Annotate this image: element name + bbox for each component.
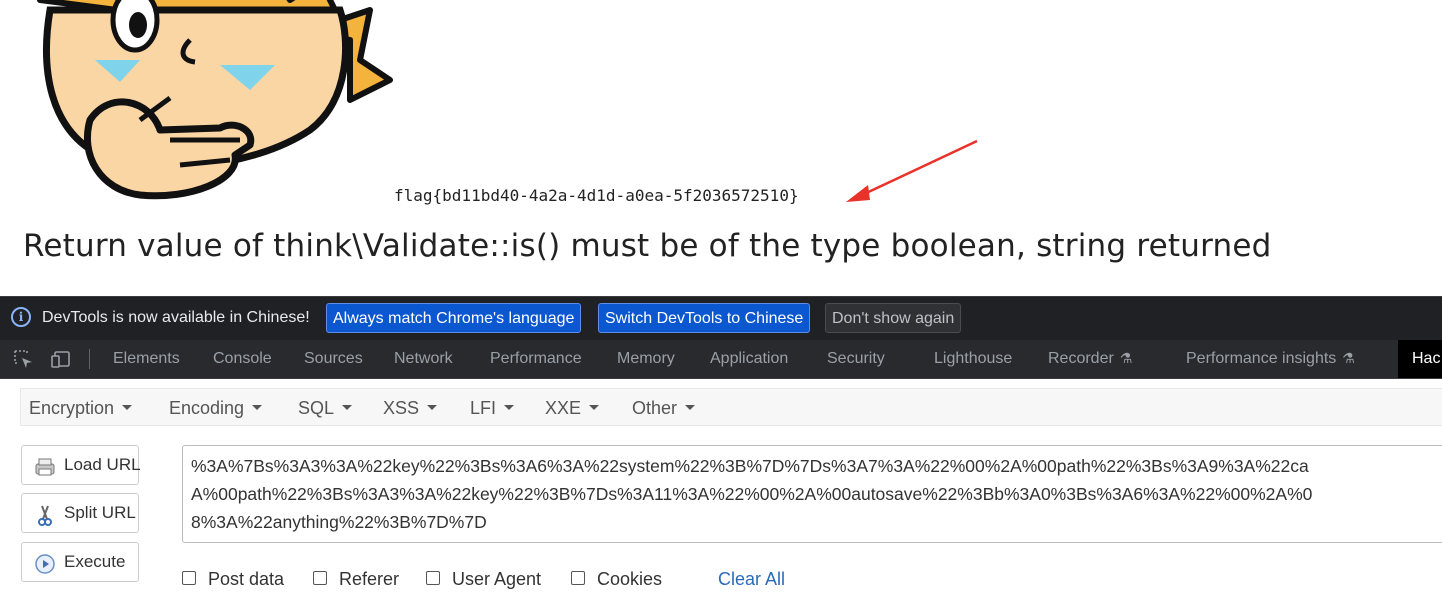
referer-checkbox[interactable]: Referer [313, 569, 399, 590]
menu-encoding[interactable]: Encoding [169, 398, 263, 419]
tab-security[interactable]: Security [827, 350, 885, 368]
menu-xss[interactable]: XSS [383, 398, 438, 419]
tab-recorder[interactable]: Recorder ⚗ [1048, 350, 1132, 368]
user-agent-checkbox[interactable]: User Agent [426, 569, 541, 590]
menu-label: Encoding [169, 398, 245, 418]
caret-down-icon [342, 404, 353, 410]
hackbar-panel: Encryption Encoding SQL XSS LFI XXE Othe… [0, 379, 1442, 609]
menu-lfi[interactable]: LFI [470, 398, 515, 419]
devtools-language-infobar: i DevTools is now available in Chinese! … [0, 296, 1442, 341]
menu-label: SQL [298, 398, 335, 418]
toolbar-separator [89, 349, 90, 369]
menu-label: XXE [545, 398, 582, 418]
url-textarea[interactable]: %3A%7Bs%3A3%3A%22key%22%3Bs%3A6%3A%22sys… [182, 445, 1442, 543]
tab-console[interactable]: Console [213, 350, 272, 368]
checkbox-box[interactable] [571, 571, 585, 586]
load-url-label: Load URL [64, 455, 141, 474]
tab-network[interactable]: Network [394, 350, 453, 368]
caret-down-icon [685, 404, 696, 410]
menu-sql[interactable]: SQL [298, 398, 353, 419]
checkbox-label: Referer [339, 569, 400, 589]
checkbox-box[interactable] [182, 571, 196, 586]
split-url-label: Split URL [64, 503, 136, 522]
tab-hackbar[interactable]: Hac [1398, 340, 1442, 378]
info-icon: i [11, 307, 31, 327]
menu-label: Other [632, 398, 678, 418]
caret-down-icon [122, 404, 133, 410]
scissors-icon [38, 505, 52, 526]
caret-down-icon [252, 404, 263, 410]
tab-elements[interactable]: Elements [113, 350, 180, 368]
checkbox-label: Post data [208, 569, 285, 589]
menu-label: LFI [470, 398, 497, 418]
checkbox-box[interactable] [426, 571, 440, 586]
device-toolbar-icon[interactable] [50, 348, 72, 370]
web-page: flag{bd11bd40-4a2a-4d1d-a0ea-5f203657251… [0, 0, 1442, 296]
post-data-checkbox[interactable]: Post data [182, 569, 284, 590]
menu-encryption[interactable]: Encryption [29, 398, 133, 419]
checkbox-label: User Agent [452, 569, 542, 589]
flag-text: flag{bd11bd40-4a2a-4d1d-a0ea-5f203657251… [394, 186, 799, 205]
inspect-element-icon[interactable] [12, 348, 34, 370]
execute-button[interactable]: Execute [21, 542, 139, 582]
error-message: Return value of think\Validate::is() mus… [23, 228, 1272, 264]
tab-lighthouse[interactable]: Lighthouse [934, 350, 1012, 368]
url-line: 8%3A%22anything%22%3B%7D%7D [191, 512, 487, 532]
execute-label: Execute [64, 552, 126, 571]
menu-other[interactable]: Other [632, 398, 696, 419]
caret-down-icon [427, 404, 438, 410]
tab-performance-insights[interactable]: Performance insights ⚗ [1186, 350, 1355, 368]
tab-performance-insights-label: Performance insights [1186, 350, 1337, 367]
cookies-checkbox[interactable]: Cookies [571, 569, 662, 590]
url-line-scrolled [191, 446, 196, 455]
hackbar-menubar: Encryption Encoding SQL XSS LFI XXE Othe… [20, 388, 1442, 426]
menu-label: XSS [383, 398, 420, 418]
always-match-language-button[interactable]: Always match Chrome's language [326, 303, 582, 333]
url-line: %3A%7Bs%3A3%3A%22key%22%3Bs%3A6%3A%22sys… [191, 456, 1309, 476]
dont-show-again-button[interactable]: Don't show again [825, 303, 962, 333]
annotation-arrow [846, 139, 978, 202]
experiment-flask-icon: ⚗ [1119, 350, 1133, 366]
load-url-button[interactable]: Load URL [21, 445, 141, 485]
checkbox-box[interactable] [313, 571, 327, 586]
tab-recorder-label: Recorder [1048, 350, 1114, 367]
tab-performance[interactable]: Performance [490, 350, 582, 368]
checkbox-label: Cookies [597, 569, 663, 589]
tab-application[interactable]: Application [710, 350, 788, 368]
menu-label: Encryption [29, 398, 115, 418]
play-icon [35, 554, 55, 574]
url-line: A%00path%22%3Bs%3A3%3A%22key%22%3B%7Ds%3… [191, 484, 1313, 504]
infobar-message: DevTools is now available in Chinese! [42, 309, 310, 326]
tab-sources[interactable]: Sources [304, 350, 363, 368]
caret-down-icon [589, 404, 600, 410]
thinking-cartoon-image [37, 0, 393, 200]
experiment-flask-icon: ⚗ [1342, 350, 1355, 366]
caret-down-icon [504, 404, 515, 410]
devtools-tabbar: Elements Console Sources Network Perform… [0, 340, 1442, 379]
split-url-button[interactable]: Split URL [21, 493, 139, 533]
clear-all-link[interactable]: Clear All [718, 569, 785, 590]
load-url-icon [35, 458, 55, 476]
switch-devtools-chinese-button[interactable]: Switch DevTools to Chinese [598, 303, 811, 333]
tab-memory[interactable]: Memory [617, 350, 675, 368]
menu-xxe[interactable]: XXE [545, 398, 600, 419]
